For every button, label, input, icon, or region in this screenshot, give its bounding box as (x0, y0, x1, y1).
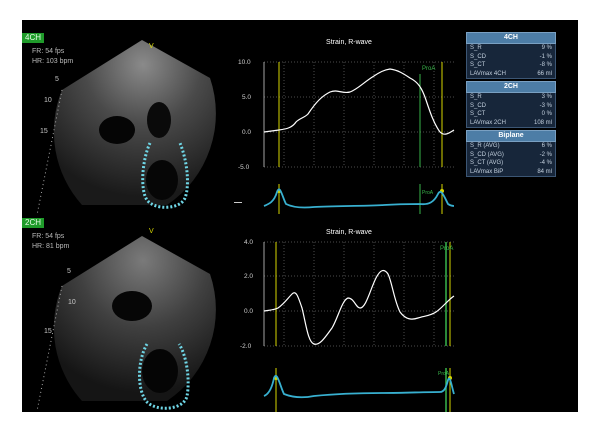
graph-title: Strain, R-wave (326, 39, 372, 46)
ecg-prea-label: ProA (422, 190, 434, 196)
y-tick: -2.0 (240, 343, 252, 350)
row-value: -2 % (539, 151, 552, 158)
strain-curve (263, 68, 455, 135)
y-tick: -5.0 (238, 164, 250, 171)
results-block-2ch: 2CH S_R 3 % S_CD -3 % S_CT 0 % LAVmax 2CH 10… (466, 81, 556, 128)
row-value: 66 ml (537, 70, 552, 77)
row-value: 0 % (541, 111, 552, 117)
grid (264, 61, 454, 168)
results-header: Biplane (466, 130, 556, 142)
results-header: 4CH (466, 32, 556, 44)
frame-rate: FR: 54 fps (32, 48, 65, 55)
strain-plot: Strain, R-wave 4.0 2.0 0.0 -2.0 ProA Pro… (240, 229, 455, 412)
row-label: S_CT (470, 62, 486, 68)
y-tick: 10.0 (238, 59, 251, 66)
depth-label: 15 (40, 128, 48, 135)
heart-rate: HR: 103 bpm (32, 58, 74, 65)
row-label: S_CT (470, 111, 486, 117)
view-tag[interactable]: 4CH (22, 33, 45, 43)
frame-rate: FR: 54 fps (32, 233, 65, 240)
results-row: LAVmax 4CH 66 ml (466, 69, 556, 79)
prea-label: ProA (422, 66, 435, 72)
y-tick: 0.0 (242, 129, 251, 136)
results-row: LAVmax 2CH 108 ml (466, 118, 556, 128)
y-tick: 4.0 (244, 239, 253, 246)
echo-view-4ch[interactable]: 4CH FR: 54 fps HR: 103 bpm V 5 10 15 (22, 20, 244, 216)
strain-graph-2ch[interactable]: Strain, R-wave 4.0 2.0 0.0 -2.0 ProA Pro… (234, 228, 464, 412)
results-row: S_R 3 % (466, 93, 556, 102)
view-tag[interactable]: 2CH (22, 218, 45, 228)
ecg-trace (263, 375, 455, 399)
echo-strain-viewer: 4CH FR: 54 fps HR: 103 bpm V 5 10 15 2CH… (22, 20, 578, 412)
ecg-prea-label: ProA (438, 371, 450, 377)
strain-graph-4ch[interactable]: Strain, R-wave 10.0 5.0 0.0 -5.0 ProA Pr… (234, 34, 464, 214)
row-value: -1 % (539, 53, 552, 60)
results-row: S_CT (AVG) -4 % (466, 159, 556, 168)
row-value: 6 % (541, 143, 552, 149)
strain-plot: Strain, R-wave 10.0 5.0 0.0 -5.0 ProA Pr… (234, 39, 455, 214)
prea-label: ProA (440, 246, 453, 252)
v-marker: V (149, 228, 154, 235)
results-row: S_R 9 % (466, 44, 556, 53)
echo-view-2ch[interactable]: 2CH FR: 54 fps HR: 81 bpm V 5 10 15 (22, 216, 244, 412)
row-label: LAVmax 2CH (470, 119, 506, 126)
results-block-biplane: Biplane S_R (AVG) 6 % S_CD (AVG) -2 % S_CT… (466, 130, 556, 177)
row-value: -8 % (539, 62, 552, 68)
row-label: S_CT (AVG) (470, 160, 504, 166)
heart-rate: HR: 81 bpm (32, 243, 70, 250)
results-row: S_CD -1 % (466, 52, 556, 61)
strain-curve (263, 269, 455, 345)
row-value: 84 ml (537, 168, 552, 175)
v-marker: V (149, 43, 154, 50)
y-tick: 5.0 (242, 94, 251, 101)
depth-label: 5 (67, 268, 71, 275)
results-header: 2CH (466, 81, 556, 93)
results-panel: 4CH S_R 9 % S_CD -1 % S_CT -8 % LAVmax 4CH 6… (466, 32, 556, 179)
y-tick: 0.0 (244, 308, 253, 315)
depth-label: 15 (44, 328, 52, 335)
row-value: -3 % (539, 102, 552, 109)
row-value: 3 % (541, 94, 552, 100)
results-row: S_CD (AVG) -2 % (466, 150, 556, 159)
row-label: S_CD (470, 53, 487, 60)
y-tick: 2.0 (244, 273, 253, 280)
row-value: -4 % (539, 160, 552, 166)
results-block-4ch: 4CH S_R 9 % S_CD -1 % S_CT -8 % LAVmax 4CH 6… (466, 32, 556, 79)
depth-label: 10 (68, 299, 76, 306)
row-label: S_R (470, 45, 482, 51)
row-label: S_R (470, 94, 482, 100)
results-row: S_R (AVG) 6 % (466, 142, 556, 151)
results-row: LAVmax BiP 84 ml (466, 167, 556, 177)
row-value: 108 ml (533, 119, 552, 126)
results-row: S_CT 0 % (466, 110, 556, 119)
row-value: 9 % (541, 45, 552, 51)
results-row: S_CD -3 % (466, 101, 556, 110)
row-label: S_CD (AVG) (470, 151, 504, 158)
depth-label: 5 (55, 76, 59, 83)
depth-label: 10 (44, 97, 52, 104)
row-label: LAVmax 4CH (470, 70, 506, 77)
graph-title: Strain, R-wave (326, 229, 372, 236)
results-row: S_CT -8 % (466, 61, 556, 70)
row-label: S_CD (470, 102, 487, 109)
row-label: S_R (AVG) (470, 143, 500, 149)
row-label: LAVmax BiP (470, 168, 504, 175)
